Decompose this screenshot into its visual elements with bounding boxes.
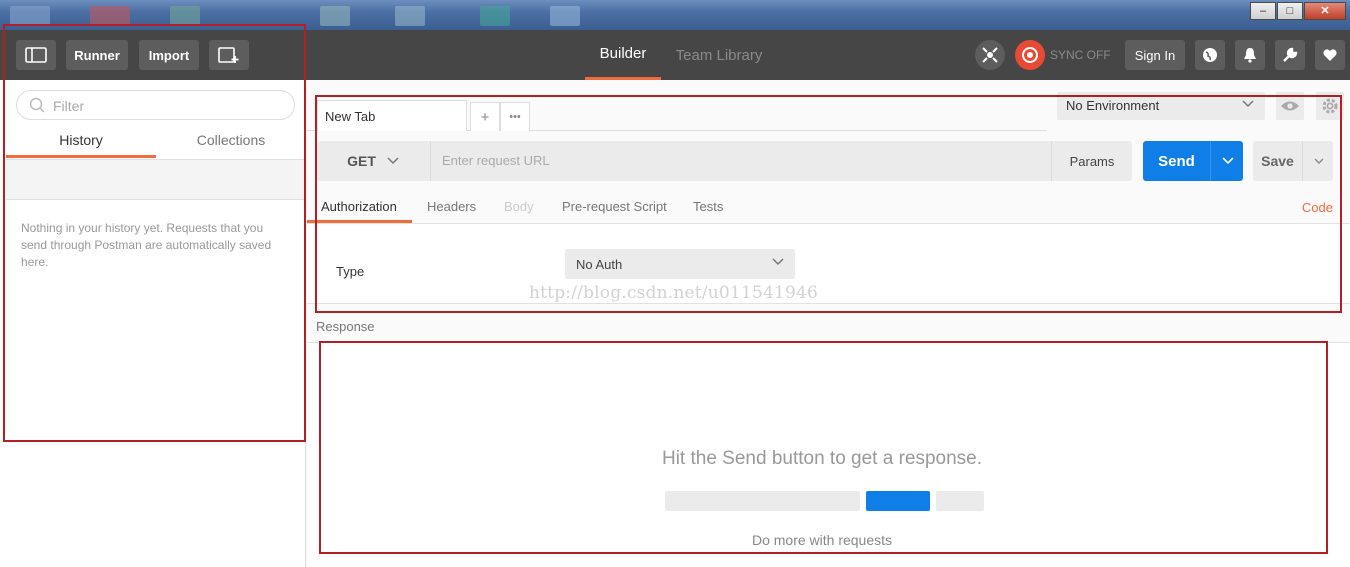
response-panel: Hit the Send button to get a response. D… bbox=[307, 342, 1350, 567]
tab-builder[interactable]: Builder bbox=[585, 30, 661, 80]
more-tabs-button[interactable]: ••• bbox=[500, 102, 530, 131]
window-controls: – □ ✕ bbox=[1249, 2, 1346, 20]
sign-in-button[interactable]: Sign In bbox=[1125, 40, 1185, 70]
request-tab-strip: New Tab + ••• bbox=[307, 98, 1047, 131]
globe-icon bbox=[1203, 48, 1217, 62]
heart-icon bbox=[1323, 49, 1337, 61]
tab-authorization[interactable]: Authorization bbox=[307, 194, 412, 223]
url-bar: GET Enter request URL Params bbox=[317, 141, 1132, 181]
bell-icon bbox=[1244, 48, 1256, 63]
globe-button[interactable] bbox=[1195, 40, 1225, 70]
blurred-background bbox=[170, 6, 200, 26]
maximize-button[interactable]: □ bbox=[1277, 2, 1303, 20]
history-empty-message: Nothing in your history yet. Requests th… bbox=[21, 221, 272, 269]
authorization-panel: Type No Auth bbox=[307, 224, 1350, 304]
do-more-link[interactable]: Do more with requests bbox=[307, 532, 1337, 548]
url-input[interactable]: Enter request URL bbox=[432, 141, 1052, 181]
method-value: GET bbox=[347, 153, 376, 169]
history-toolbar bbox=[6, 160, 306, 200]
chevron-down-icon bbox=[1242, 100, 1254, 108]
chevron-down-icon bbox=[772, 258, 784, 266]
send-button[interactable]: Send bbox=[1143, 141, 1243, 181]
notifications-button[interactable] bbox=[1235, 40, 1265, 70]
manage-environments-button[interactable] bbox=[1316, 92, 1344, 120]
tab-pre-request-script[interactable]: Pre-request Script bbox=[562, 194, 667, 223]
runner-button[interactable]: Runner bbox=[66, 40, 128, 70]
auth-type-select[interactable]: No Auth bbox=[565, 249, 795, 279]
filter-placeholder: Filter bbox=[53, 98, 85, 114]
response-hint: Hit the Send button to get a response. bbox=[661, 448, 983, 469]
chevron-down-icon bbox=[1314, 158, 1323, 164]
tab-body[interactable]: Body bbox=[504, 194, 534, 223]
sidebar-toggle-icon bbox=[25, 47, 47, 63]
save-label: Save bbox=[1253, 141, 1303, 181]
divider bbox=[6, 199, 306, 200]
watermark: http://blog.csdn.net/u011541946 bbox=[529, 283, 819, 303]
import-button[interactable]: Import bbox=[139, 40, 199, 70]
method-select[interactable]: GET bbox=[317, 141, 431, 181]
request-builder: New Tab + ••• No Environment GET Enter r… bbox=[307, 80, 1350, 567]
tab-tests[interactable]: Tests bbox=[693, 194, 723, 223]
app-header: Runner Import Builder Team Library SYNC … bbox=[0, 30, 1350, 80]
request-tab[interactable]: New Tab bbox=[317, 100, 467, 131]
minimize-button[interactable]: – bbox=[1250, 2, 1276, 20]
sync-button[interactable] bbox=[1015, 40, 1045, 70]
chevron-down-icon bbox=[387, 157, 399, 165]
environment-select[interactable]: No Environment bbox=[1057, 92, 1265, 120]
blurred-background bbox=[395, 6, 425, 26]
environment-value: No Environment bbox=[1066, 98, 1160, 113]
blurred-background bbox=[10, 6, 50, 26]
search-icon bbox=[29, 97, 45, 113]
wrench-icon bbox=[1283, 47, 1298, 62]
blurred-background bbox=[480, 6, 510, 26]
auth-type-value: No Auth bbox=[576, 257, 623, 272]
sidebar-toggle-button[interactable] bbox=[16, 40, 56, 70]
filter-input[interactable]: Filter bbox=[16, 90, 295, 120]
tab-headers[interactable]: Headers bbox=[427, 194, 476, 223]
close-button[interactable]: ✕ bbox=[1304, 2, 1346, 20]
new-window-icon bbox=[218, 47, 239, 63]
auth-type-label: Type bbox=[336, 264, 365, 279]
environment-quick-look-button[interactable] bbox=[1276, 92, 1304, 120]
sidebar: Filter History Collections Nothing in yo… bbox=[0, 80, 306, 567]
response-label: Response bbox=[316, 319, 375, 334]
interceptor-button[interactable] bbox=[975, 40, 1005, 70]
placeholder-bar bbox=[665, 491, 860, 511]
save-options-button[interactable] bbox=[1304, 141, 1333, 181]
new-window-button[interactable] bbox=[209, 40, 249, 70]
window-title-bar: – □ ✕ bbox=[0, 0, 1350, 30]
settings-button[interactable] bbox=[1275, 40, 1305, 70]
eye-icon bbox=[1281, 101, 1299, 111]
tab-collections[interactable]: Collections bbox=[156, 132, 306, 158]
send-options-button[interactable] bbox=[1212, 141, 1243, 181]
placeholder-bar bbox=[866, 491, 930, 511]
favorite-button[interactable] bbox=[1315, 40, 1345, 70]
params-button[interactable]: Params bbox=[1051, 141, 1132, 181]
sync-status: SYNC OFF bbox=[1050, 48, 1111, 62]
gear-icon bbox=[1322, 98, 1338, 114]
blurred-background bbox=[550, 6, 580, 26]
generate-code-link[interactable]: Code bbox=[1302, 200, 1333, 215]
blurred-background bbox=[90, 6, 130, 26]
interceptor-icon bbox=[982, 47, 998, 63]
save-button[interactable]: Save bbox=[1253, 141, 1333, 181]
tab-team-library[interactable]: Team Library bbox=[672, 30, 766, 80]
sync-icon bbox=[1022, 47, 1038, 63]
tab-history[interactable]: History bbox=[6, 132, 156, 158]
send-label: Send bbox=[1143, 141, 1211, 181]
add-tab-button[interactable]: + bbox=[470, 102, 500, 131]
blurred-background bbox=[320, 6, 350, 26]
chevron-down-icon bbox=[1221, 157, 1234, 165]
placeholder-bar bbox=[936, 491, 984, 511]
